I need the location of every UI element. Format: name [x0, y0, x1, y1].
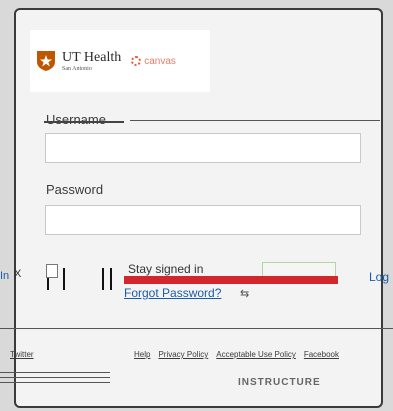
- twitter-link[interactable]: Twitter: [10, 350, 34, 359]
- stay-signed-in-label: Stay signed in: [128, 262, 204, 276]
- login-link[interactable]: Log: [369, 270, 389, 284]
- acceptable-use-link[interactable]: Acceptable Use Policy: [216, 350, 296, 359]
- password-label: Password: [46, 182, 104, 197]
- ut-shield-icon: [37, 51, 55, 71]
- divider: [0, 372, 110, 373]
- ut-health-subtitle: San Antonio: [62, 65, 92, 72]
- arrow-icon: ⇆: [240, 288, 250, 300]
- username-field[interactable]: [45, 133, 361, 163]
- divider: [0, 328, 393, 329]
- username-label: Username: [46, 112, 106, 127]
- scratch-line: [44, 121, 124, 123]
- stay-signed-in-checkbox[interactable]: [46, 264, 58, 278]
- error-bar: [124, 276, 338, 284]
- footer-links: Help Privacy Policy Acceptable Use Polic…: [134, 350, 339, 359]
- forgot-password-link[interactable]: Forgot Password?: [124, 286, 221, 300]
- facebook-link[interactable]: Facebook: [304, 350, 339, 359]
- instructure-logo: INSTRUCTURE: [238, 377, 321, 388]
- divider: [0, 377, 110, 378]
- privacy-policy-link[interactable]: Privacy Policy: [158, 350, 208, 359]
- password-field[interactable]: [45, 205, 361, 235]
- help-link[interactable]: Help: [134, 350, 150, 359]
- divider: [130, 120, 380, 121]
- canvas-wordmark: canvas: [144, 55, 176, 67]
- divider: [0, 382, 110, 383]
- canvas-logo-icon: [131, 56, 142, 66]
- logo-area: UT Health San Antonio canvas: [30, 30, 210, 92]
- ut-health-wordmark: UT Health: [62, 49, 122, 65]
